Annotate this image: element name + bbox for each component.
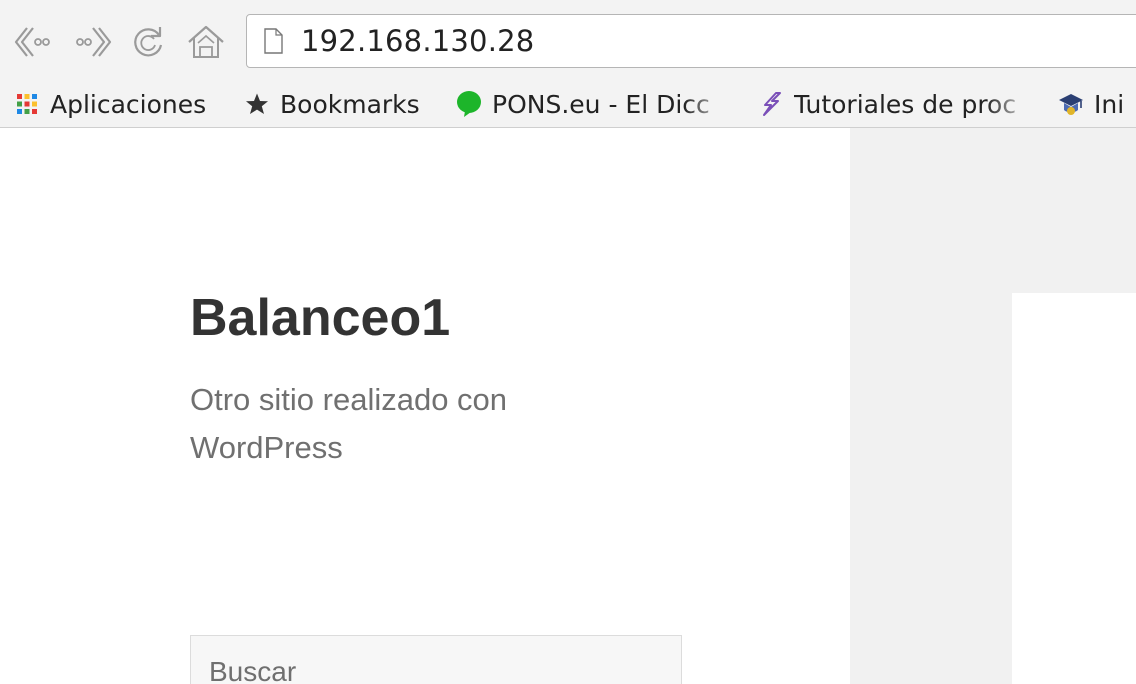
bookmarks-bar: Aplicaciones Bookmarks PONS.eu - El Dicc <box>0 82 1136 128</box>
bookmark-pons[interactable]: PONS.eu - El Dicc <box>456 82 734 126</box>
browser-toolbar: 192.168.130.28 <box>0 0 1136 82</box>
document-icon <box>263 28 283 54</box>
bookmark-label: Tutoriales de proc <box>794 89 1017 119</box>
bookmark-label: Ini <box>1094 89 1125 119</box>
home-icon <box>186 23 226 61</box>
site-title[interactable]: Balanceo1 <box>190 292 450 344</box>
url-text[interactable]: 192.168.130.28 <box>301 24 534 58</box>
bookmark-label: Aplicaciones <box>50 89 207 119</box>
search-input[interactable] <box>209 656 669 684</box>
address-bar[interactable]: 192.168.130.28 <box>246 14 1136 68</box>
graduation-cap-icon <box>1058 91 1084 117</box>
page-content: Balanceo1 Otro sitio realizado con WordP… <box>0 128 1136 684</box>
speech-bubble-icon <box>456 91 482 117</box>
lightning-icon <box>758 91 784 117</box>
forward-arrow-icon <box>75 25 113 59</box>
site-description: Otro sitio realizado con WordPress <box>190 382 508 465</box>
star-icon <box>244 91 270 117</box>
bookmark-tutoriales[interactable]: Tutoriales de proc <box>758 82 1036 126</box>
forward-button[interactable] <box>74 22 114 62</box>
apps-grid-icon <box>14 91 40 117</box>
browser-window: 192.168.130.28 Aplicaciones Bookmarks PO… <box>0 0 1136 684</box>
back-button[interactable] <box>12 22 52 62</box>
bookmark-ini[interactable]: Ini <box>1058 82 1124 126</box>
main-content-card <box>1012 293 1136 684</box>
reload-icon <box>129 23 167 61</box>
bookmark-folder-bookmarks[interactable]: Bookmarks <box>244 82 420 126</box>
home-button[interactable] <box>186 22 226 62</box>
search-widget <box>190 635 682 684</box>
reload-button[interactable] <box>128 22 168 62</box>
back-arrow-icon <box>13 25 51 59</box>
bookmark-label: Bookmarks <box>280 89 420 119</box>
bookmark-aplicaciones[interactable]: Aplicaciones <box>14 82 206 126</box>
bookmark-label: PONS.eu - El Dicc <box>492 89 710 119</box>
navigation-row: 192.168.130.28 <box>0 0 1136 82</box>
